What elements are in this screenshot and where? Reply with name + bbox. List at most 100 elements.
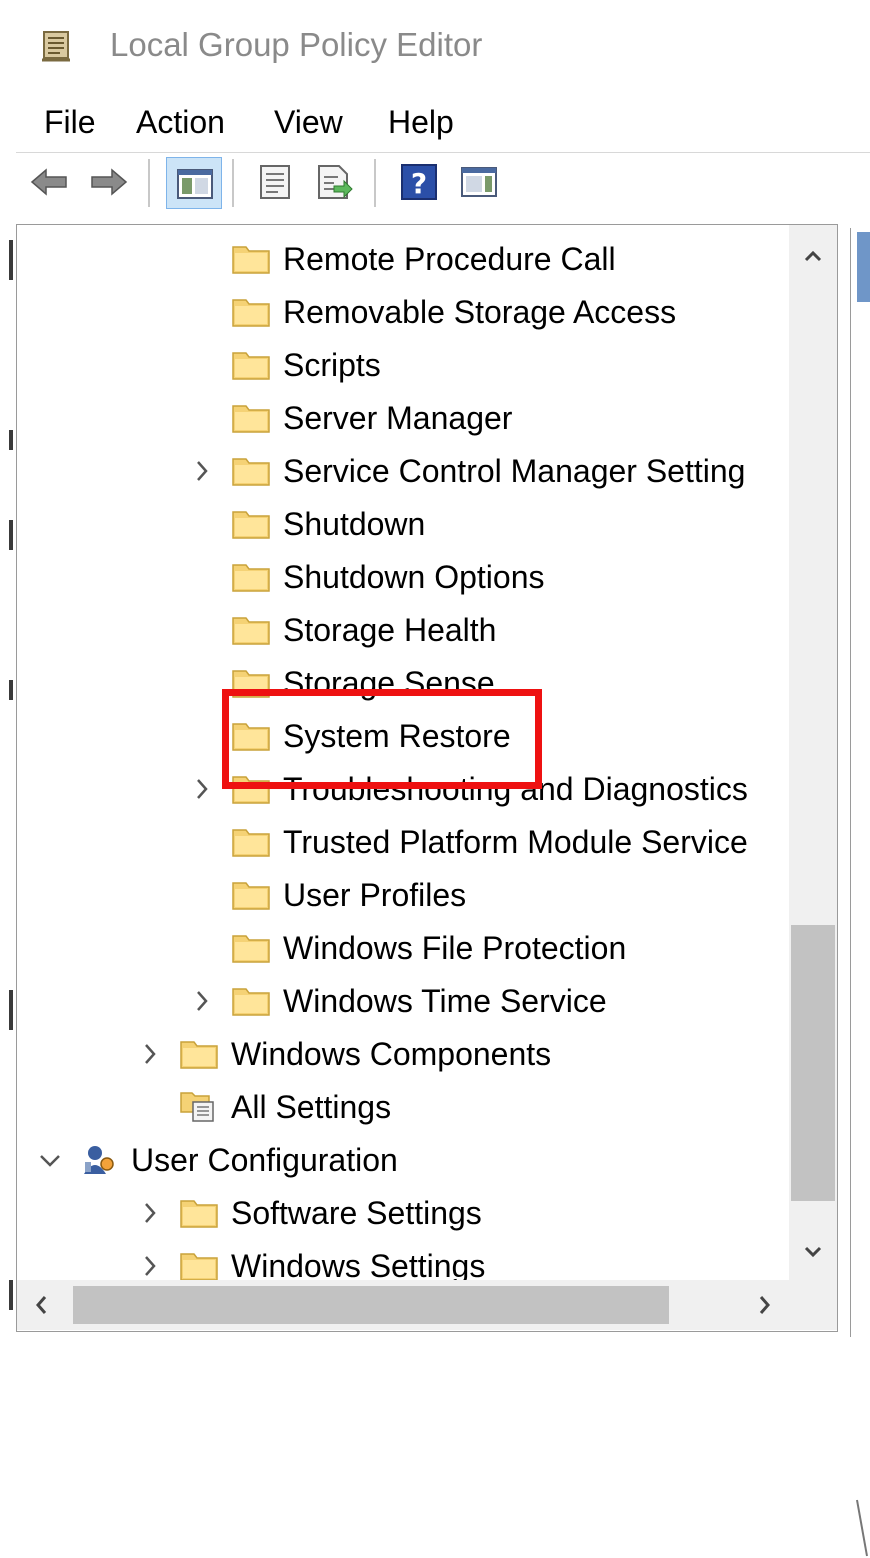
scroll-up-button[interactable] [789, 233, 837, 281]
tree-item[interactable]: Server Manager [17, 394, 789, 444]
tree-item[interactable]: Remote Procedure Call [17, 235, 789, 285]
chevron-right-icon [759, 1296, 770, 1314]
show-hide-console-tree-button[interactable] [166, 157, 222, 209]
tree-item-label: System Restore [283, 718, 511, 754]
tree-item-label: Windows Components [231, 1036, 552, 1072]
details-pane [850, 228, 870, 1557]
tree-item-label: Remote Procedure Call [283, 241, 616, 277]
folder-icon [180, 1253, 218, 1280]
vertical-scrollbar[interactable] [789, 225, 837, 1280]
tree-item-label: Removable Storage Access [283, 294, 677, 330]
toolbar: ? [16, 152, 870, 213]
tree-item-label: All Settings [231, 1089, 392, 1125]
help-icon: ? [401, 164, 437, 200]
scroll-left-button[interactable] [17, 1280, 65, 1330]
back-arrow-icon [30, 168, 67, 196]
folder-icon [232, 299, 270, 327]
tree-item-label: Windows Settings [231, 1248, 486, 1280]
properties-button[interactable] [254, 161, 296, 203]
show-action-pane-button[interactable] [458, 161, 500, 203]
tree-item[interactable]: User Profiles [17, 871, 789, 921]
chevron-right-icon[interactable] [137, 1039, 163, 1069]
tree-item[interactable]: Windows File Protection [17, 924, 789, 974]
folder-icon [232, 458, 270, 486]
tree-item-label: Trusted Platform Module Service [283, 824, 748, 860]
forward-arrow-icon [91, 168, 128, 196]
export-list-button[interactable] [312, 161, 354, 203]
tree-item[interactable]: User Configuration [17, 1136, 789, 1186]
title-bar: Local Group Policy Editor [16, 0, 870, 90]
horizontal-scrollbar[interactable] [17, 1280, 789, 1330]
menu-help[interactable]: Help [388, 104, 454, 141]
folder-icon [232, 935, 270, 963]
tree-item[interactable]: Service Control Manager Setting [17, 447, 789, 497]
tree-item[interactable]: Storage Sense [17, 659, 789, 709]
tree-item-label: Shutdown [283, 506, 426, 542]
horizontal-scroll-thumb[interactable] [73, 1286, 669, 1324]
tree-item[interactable]: Windows Time Service [17, 977, 789, 1027]
folder-icon [232, 511, 270, 539]
chevron-right-icon[interactable] [137, 1251, 163, 1280]
folder-icon [232, 352, 270, 380]
show-hide-console-tree-icon [177, 169, 213, 199]
tree-item[interactable]: All Settings [17, 1083, 789, 1133]
scrollbar-corner [789, 1280, 837, 1330]
tree-item[interactable]: System Restore [17, 712, 789, 762]
back-button[interactable] [28, 161, 70, 203]
chevron-down-icon[interactable] [37, 1145, 63, 1175]
chevron-right-icon[interactable] [189, 456, 215, 486]
tree-item-label: Windows File Protection [283, 930, 627, 966]
tree-item-label: Server Manager [283, 400, 513, 436]
tree-item[interactable]: Storage Health [17, 606, 789, 656]
chevron-right-icon[interactable] [137, 1198, 163, 1228]
menu-file[interactable]: File [44, 104, 96, 141]
tree-item-label: Storage Health [283, 612, 497, 648]
tree-item[interactable]: Shutdown Options [17, 553, 789, 603]
menu-bar: File Action View Help [16, 94, 870, 150]
scroll-down-button[interactable] [789, 1227, 837, 1275]
tree-item[interactable]: Windows Components [17, 1030, 789, 1080]
chevron-left-icon [36, 1296, 47, 1314]
tree-item[interactable]: Shutdown [17, 500, 789, 550]
chevron-up-icon [804, 250, 822, 262]
tree-item[interactable]: Trusted Platform Module Service [17, 818, 789, 868]
tree-item-label: Storage Sense [283, 665, 495, 701]
tree-item-label: User Profiles [283, 877, 467, 913]
scroll-right-button[interactable] [741, 1280, 789, 1330]
user-configuration-icon [84, 1146, 114, 1174]
properties-icon [260, 165, 290, 199]
tree-item[interactable]: Scripts [17, 341, 789, 391]
details-pane-header [857, 232, 870, 302]
tree-item-label: Troubleshooting and Diagnostics [283, 771, 748, 807]
forward-button[interactable] [88, 161, 130, 203]
policy-editor-icon [42, 31, 70, 62]
tree-item[interactable]: Removable Storage Access [17, 288, 789, 338]
menu-action[interactable]: Action [136, 104, 225, 141]
all-settings-icon [180, 1092, 214, 1122]
tree-item-label: Software Settings [231, 1195, 482, 1231]
chevron-right-icon[interactable] [189, 774, 215, 804]
folder-icon [232, 617, 270, 645]
menu-view[interactable]: View [274, 104, 343, 141]
folder-icon [232, 988, 270, 1016]
vertical-scroll-thumb[interactable] [791, 925, 835, 1201]
tree-item[interactable]: Software Settings [17, 1189, 789, 1239]
svg-text:?: ? [411, 167, 427, 200]
window-title: Local Group Policy Editor [110, 26, 483, 63]
folder-icon [232, 723, 270, 751]
folder-icon [180, 1041, 218, 1069]
show-action-pane-icon [461, 167, 497, 197]
chevron-right-icon[interactable] [189, 986, 215, 1016]
folder-icon [232, 670, 270, 698]
help-button[interactable]: ? [398, 161, 440, 203]
chevron-down-icon [804, 1246, 822, 1258]
tree-item[interactable]: Windows Settings [17, 1242, 789, 1280]
export-list-icon [318, 165, 353, 199]
folder-icon [232, 776, 270, 804]
tree-item[interactable]: Troubleshooting and Diagnostics [17, 765, 789, 815]
folder-icon [232, 829, 270, 857]
folder-icon [232, 405, 270, 433]
tree-item-label: Service Control Manager Setting [283, 453, 746, 489]
tree-item-label: Windows Time Service [283, 983, 607, 1019]
resize-grip [856, 1499, 868, 1557]
